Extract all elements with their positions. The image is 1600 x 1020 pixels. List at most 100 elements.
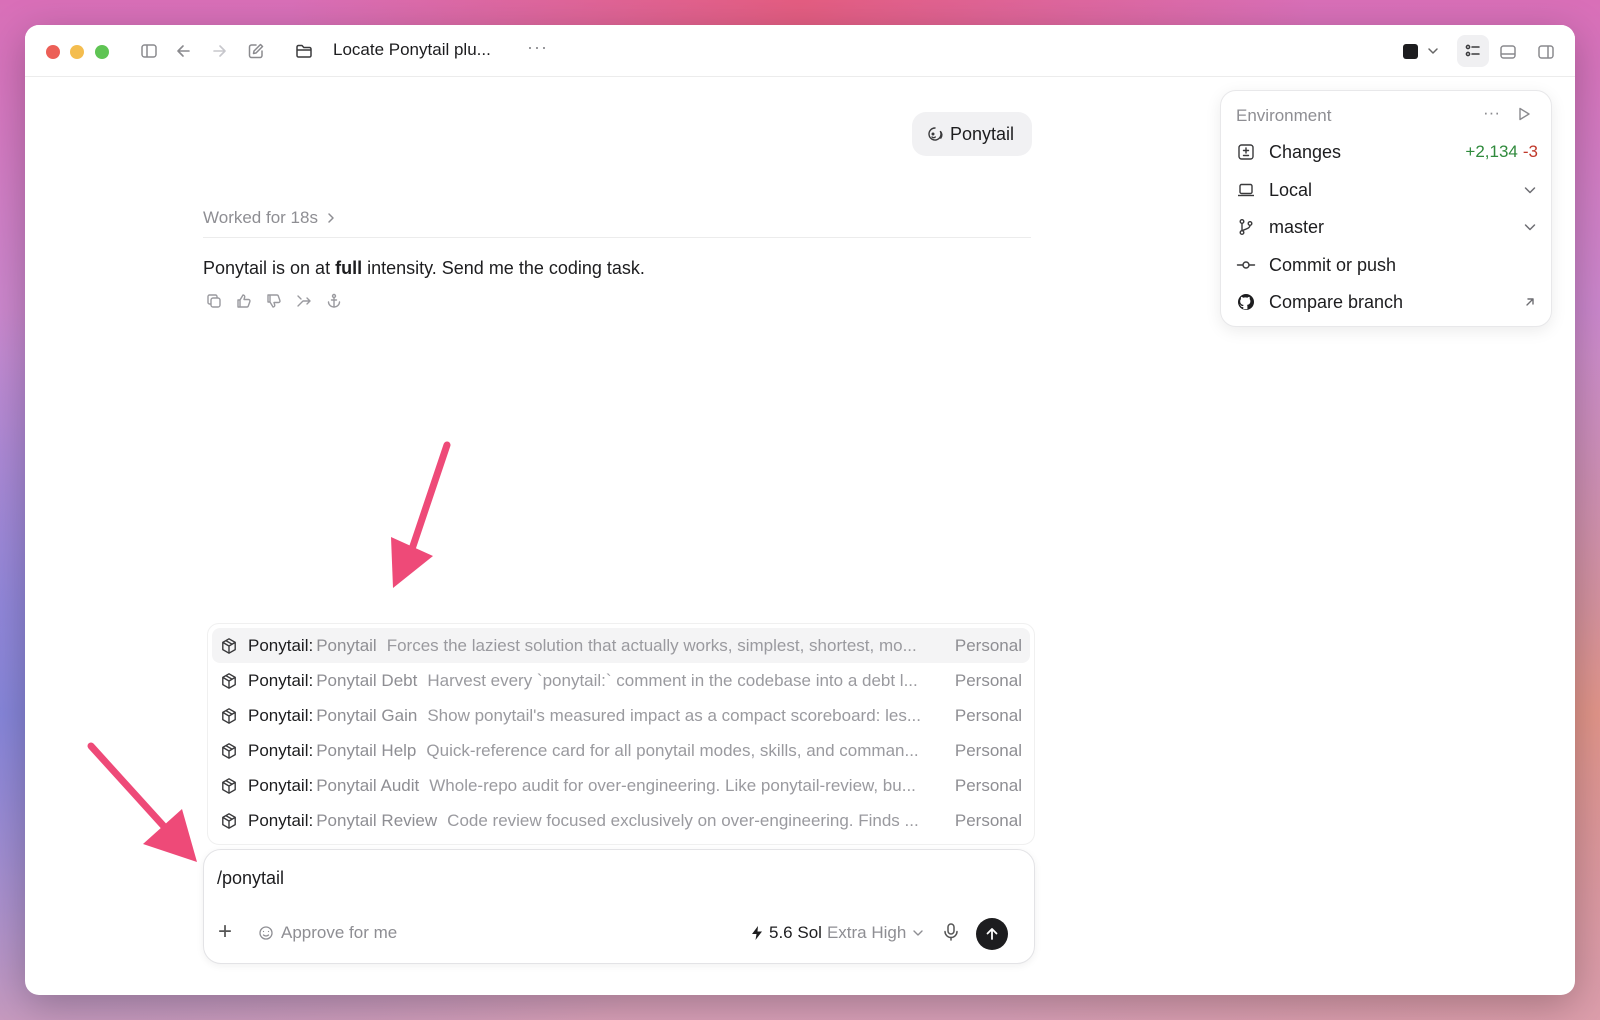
app-window: Locate Ponytail plu... ··· Ponytail Work…	[25, 25, 1575, 995]
environment-panel-toggle[interactable]	[1457, 35, 1489, 67]
plugin-name: Ponytail	[248, 810, 309, 830]
forward-arrow-icon[interactable]	[208, 40, 230, 62]
skill-name: Ponytail Review	[316, 810, 438, 830]
terminal-panel-icon[interactable]	[1497, 41, 1519, 63]
message-input[interactable]	[217, 868, 917, 889]
add-attachment-button[interactable]: +	[218, 920, 232, 944]
skill-suggestion-item[interactable]: Ponytail: Ponytail Review Code review focu…	[212, 803, 1030, 838]
separator: :	[308, 775, 314, 795]
separator: :	[308, 810, 314, 830]
worked-duration-toggle[interactable]: Worked for 18s	[203, 208, 336, 228]
skill-description: Forces the laziest solution that actuall…	[386, 635, 917, 655]
folder-icon	[293, 40, 315, 62]
arrow-up-icon	[986, 928, 998, 940]
right-panel-icon[interactable]	[1535, 41, 1557, 63]
commit-row[interactable]: Commit or push	[1236, 250, 1538, 280]
user-message-text: Ponytail	[950, 123, 1015, 144]
zoom-window-button[interactable]	[95, 45, 109, 59]
model-selector[interactable]: 5.6 Sol Extra High	[750, 923, 925, 943]
location-row[interactable]: Local	[1236, 175, 1538, 205]
message-actions	[205, 292, 343, 310]
model-effort: Extra High	[826, 923, 907, 942]
plugin-name: Ponytail	[248, 670, 309, 690]
compare-branch-row[interactable]: Compare branch	[1236, 287, 1538, 317]
skill-description: Show ponytail's measured impact as a com…	[427, 705, 921, 725]
skill-suggestion-item[interactable]: Ponytail: Ponytail Help Quick-reference ca…	[212, 733, 1030, 768]
open-in-app-dropdown[interactable]	[1395, 35, 1451, 67]
plugin-name: Ponytail	[248, 775, 309, 795]
plugin-name: Ponytail	[248, 705, 309, 725]
plugin-name: Ponytail	[248, 740, 309, 760]
back-arrow-icon[interactable]	[173, 40, 195, 62]
checklist-icon	[1465, 44, 1480, 57]
skill-scope: Personal	[954, 705, 1022, 725]
assistant-text-part: intensity. Send me the coding task.	[362, 258, 645, 278]
skill-name: Ponytail	[316, 635, 377, 655]
send-button[interactable]	[976, 918, 1008, 950]
skill-name: Ponytail Debt	[316, 670, 418, 690]
commit-icon	[1236, 255, 1256, 275]
skill-description: Whole-repo audit for over-engineering. L…	[429, 775, 916, 795]
skill-scope: Personal	[954, 670, 1022, 690]
titlebar: Locate Ponytail plu... ···	[25, 25, 1575, 77]
composer: + Approve for me 5.6 Sol Extra High	[203, 849, 1035, 964]
skill-suggestion-item[interactable]: Ponytail: Ponytail Gain Show ponytail's me…	[212, 698, 1030, 733]
changes-label: Changes	[1269, 141, 1342, 162]
assistant-text-bold: full	[335, 258, 363, 278]
skill-cube-icon	[220, 672, 238, 690]
chevron-down-icon	[1522, 219, 1538, 235]
skill-suggestions-list: Ponytail: Ponytail Forces the laziest solu…	[207, 623, 1035, 845]
worked-label: Worked for 18s	[203, 208, 318, 227]
skill-scope: Personal	[954, 635, 1022, 655]
separator: :	[308, 670, 314, 690]
divider	[203, 237, 1031, 238]
microphone-icon[interactable]	[942, 922, 960, 947]
skill-cube-icon	[220, 777, 238, 795]
user-message-bubble: Ponytail	[912, 112, 1033, 156]
skill-scope: Personal	[954, 775, 1022, 795]
skill-scope: Personal	[954, 810, 1022, 830]
location-label: Local	[1269, 179, 1313, 200]
approve-label: Approve for me	[281, 923, 398, 942]
environment-title: Environment	[1236, 106, 1332, 125]
approve-icon	[259, 926, 273, 940]
skill-suggestion-item[interactable]: Ponytail: Ponytail Audit Whole-repo audit …	[212, 768, 1030, 803]
skill-description: Code review focused exclusively on over-…	[447, 810, 919, 830]
new-chat-icon[interactable]	[245, 40, 267, 62]
changes-row[interactable]: Changes +2,134 -3	[1236, 137, 1538, 167]
minimize-window-button[interactable]	[70, 45, 84, 59]
annotation-arrow	[87, 742, 197, 862]
commit-label: Commit or push	[1269, 254, 1397, 275]
copy-icon[interactable]	[205, 292, 223, 310]
thumbs-down-icon[interactable]	[265, 292, 283, 310]
assistant-message: Ponytail is on at full intensity. Send m…	[203, 258, 645, 279]
skill-description: Harvest every `ponytail:` comment in the…	[427, 670, 918, 690]
skill-name: Ponytail Gain	[316, 705, 418, 725]
chevron-right-icon	[328, 213, 334, 223]
environment-more-button[interactable]: ···	[1483, 103, 1500, 123]
play-icon[interactable]	[1516, 106, 1532, 127]
close-window-button[interactable]	[46, 45, 60, 59]
chevron-down-icon	[1522, 182, 1538, 198]
separator: :	[308, 705, 314, 725]
diff-icon	[1236, 142, 1256, 162]
lines-removed: -3	[1522, 142, 1538, 161]
skill-cube-icon	[220, 742, 238, 760]
model-name: 5.6 Sol	[769, 923, 822, 942]
annotation-arrow	[391, 441, 451, 588]
branch-row[interactable]: master	[1236, 212, 1538, 242]
sidebar-toggle-icon[interactable]	[138, 40, 160, 62]
thread-more-button[interactable]: ···	[527, 37, 548, 58]
approve-for-me-toggle[interactable]: Approve for me	[258, 923, 397, 943]
anchor-icon[interactable]	[325, 292, 343, 310]
app-icon	[1403, 44, 1418, 59]
skill-name: Ponytail Audit	[316, 775, 420, 795]
skill-scope: Personal	[954, 740, 1022, 760]
skill-suggestion-item[interactable]: Ponytail: Ponytail Forces the laziest solu…	[212, 628, 1030, 663]
lines-added: +2,134	[1465, 142, 1518, 161]
thumbs-up-icon[interactable]	[235, 292, 253, 310]
skill-suggestion-item[interactable]: Ponytail: Ponytail Debt Harvest every `pon…	[212, 663, 1030, 698]
skill-cube-icon	[220, 707, 238, 725]
thread-title[interactable]: Locate Ponytail plu...	[333, 40, 491, 60]
fork-icon[interactable]	[295, 292, 313, 310]
